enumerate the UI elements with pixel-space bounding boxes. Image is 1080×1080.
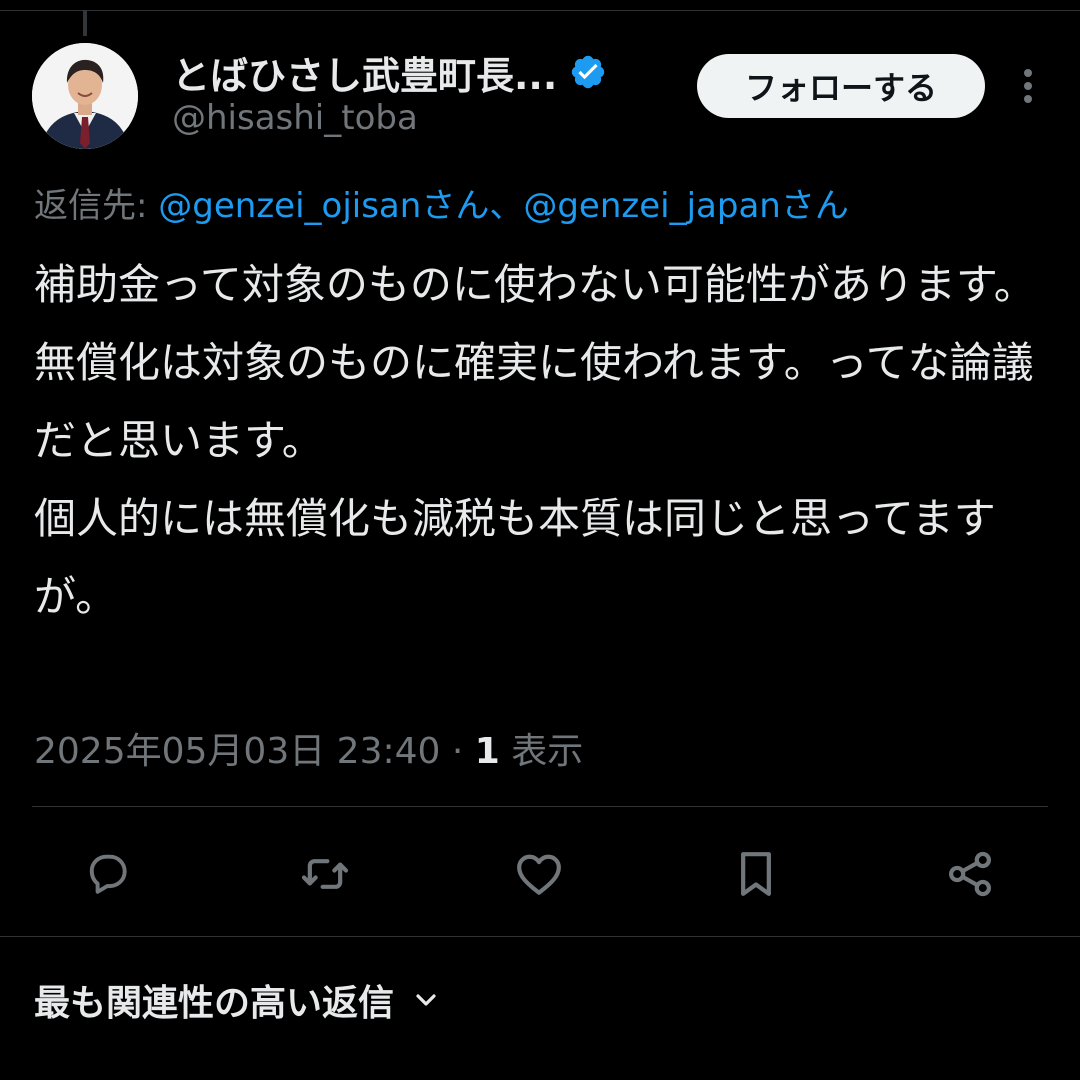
reply-mention-1[interactable]: @genzei_ojisanさん、 <box>158 186 523 226</box>
like-button[interactable] <box>511 846 567 902</box>
views-label: 表示 <box>499 731 584 772</box>
thread-connector-line <box>83 10 87 36</box>
more-options-icon[interactable] <box>1008 64 1048 108</box>
chevron-down-icon[interactable] <box>410 984 442 1016</box>
divider <box>0 936 1080 937</box>
verified-badge-icon[interactable] <box>569 53 607 91</box>
avatar[interactable] <box>32 43 138 149</box>
reply-mention-2-handle[interactable]: @genzei_japan <box>523 186 781 226</box>
bookmark-button[interactable] <box>728 846 784 902</box>
replies-sort-dropdown[interactable]: 最も関連性の高い返信 <box>34 974 442 1026</box>
author-handle[interactable]: @hisashi_toba <box>172 98 418 138</box>
top-divider <box>0 10 1080 11</box>
replies-sort-label[interactable]: 最も関連性の高い返信 <box>34 974 394 1026</box>
reply-mention-1-suffix[interactable]: さん、 <box>421 186 523 226</box>
speech-bubble-icon <box>89 854 127 894</box>
reply-mention-1-handle[interactable]: @genzei_ojisan <box>158 186 421 226</box>
follow-button[interactable]: フォローする <box>697 54 985 118</box>
tweet-timestamp[interactable]: 2025年05月03日 23:40 <box>34 731 440 772</box>
meta-separator: · <box>440 731 475 772</box>
divider <box>32 806 1048 807</box>
views-count: 1 <box>474 731 500 772</box>
tweet-text: 補助金って対象のものに使わない可能性があります。 無償化は対象のものに確実に使わ… <box>34 260 1036 621</box>
tweet-meta: 2025年05月03日 23:40 · 1 表示 <box>34 722 583 774</box>
profile-photo-icon <box>32 43 138 149</box>
reply-mention-2-suffix[interactable]: さん <box>781 186 849 226</box>
repost-button[interactable] <box>297 846 353 902</box>
share-nodes-icon <box>949 851 991 897</box>
heart-icon <box>517 854 561 895</box>
repost-arrows-icon <box>301 859 349 889</box>
reply-mention-2[interactable]: @genzei_japanさん <box>523 186 849 226</box>
reply-to-line: 返信先: @genzei_ojisanさん、@genzei_japanさん <box>34 178 849 227</box>
reply-button[interactable] <box>80 846 136 902</box>
author-display-name[interactable]: とばひさし武豊町長... <box>172 45 557 100</box>
author-name-row[interactable]: とばひさし武豊町長... <box>172 46 607 98</box>
share-button[interactable] <box>942 846 998 902</box>
reply-to-prefix: 返信先: <box>34 186 159 226</box>
bookmark-icon <box>741 852 771 896</box>
